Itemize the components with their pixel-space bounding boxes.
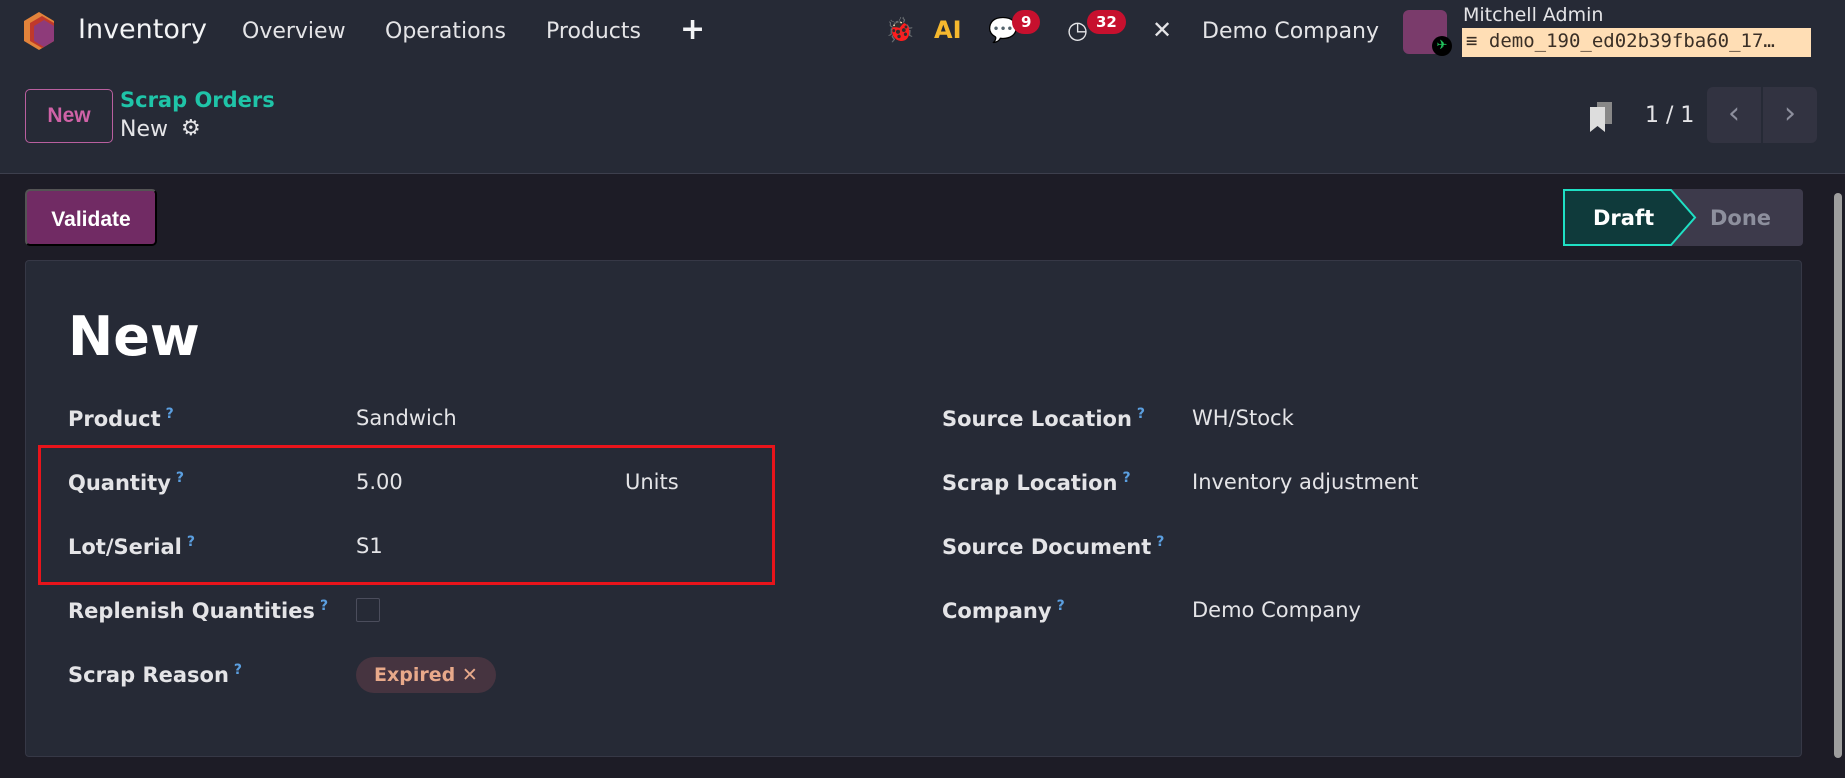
plane-icon: ✈ xyxy=(1432,36,1452,56)
menu-overview[interactable]: Overview xyxy=(242,19,346,44)
database-name: ≡ demo_190_ed02b39fba60_17… xyxy=(1462,28,1811,57)
plus-icon[interactable]: + xyxy=(680,12,705,47)
help-icon[interactable]: ? xyxy=(1137,406,1145,422)
menu-products[interactable]: Products xyxy=(546,19,641,44)
previous-button[interactable]: ‹ xyxy=(1707,87,1761,143)
replenish-checkbox[interactable] xyxy=(356,598,380,622)
pager-value[interactable]: 1 / 1 xyxy=(1645,103,1694,128)
scrap-location-field[interactable]: Inventory adjustment xyxy=(1192,470,1418,494)
help-icon[interactable]: ? xyxy=(166,406,174,422)
help-icon[interactable]: ? xyxy=(1123,470,1131,486)
source-location-label: Source Location? xyxy=(942,406,1146,431)
breadcrumb-current: New xyxy=(120,117,168,142)
chevron-right-icon: › xyxy=(1784,96,1796,131)
company-field[interactable]: Demo Company xyxy=(1192,598,1361,622)
tag-label: Expired xyxy=(374,664,456,686)
app-name[interactable]: Inventory xyxy=(78,14,207,45)
bug-icon[interactable]: 🐞 xyxy=(885,16,915,44)
scrap-location-label: Scrap Location? xyxy=(942,470,1131,495)
next-button[interactable]: › xyxy=(1763,87,1817,143)
replenish-label: Replenish Quantities? xyxy=(68,598,329,623)
help-icon[interactable]: ? xyxy=(1156,534,1164,550)
company-label: Company? xyxy=(942,598,1065,623)
status-draft[interactable]: Draft xyxy=(1593,206,1654,230)
source-location-field[interactable]: WH/Stock xyxy=(1192,406,1294,430)
help-icon[interactable]: ? xyxy=(320,598,328,614)
record-title[interactable]: New xyxy=(68,305,200,368)
control-panel xyxy=(0,65,1845,174)
bookmark-icon[interactable] xyxy=(1590,102,1614,132)
new-button[interactable]: New xyxy=(25,89,113,143)
user-name[interactable]: Mitchell Admin xyxy=(1463,4,1603,26)
help-icon[interactable]: ? xyxy=(234,662,242,678)
activities-badge: 32 xyxy=(1087,10,1126,34)
highlight-box xyxy=(38,445,775,585)
validate-button[interactable]: Validate xyxy=(25,189,157,246)
menu-operations[interactable]: Operations xyxy=(385,19,506,44)
ai-icon[interactable]: AI xyxy=(934,16,962,44)
database-icon: ≡ xyxy=(1466,30,1489,52)
company-switcher[interactable]: Demo Company xyxy=(1202,19,1379,44)
clock-icon[interactable]: ◷ xyxy=(1067,16,1088,44)
scrollbar-thumb[interactable] xyxy=(1834,193,1842,758)
close-icon[interactable]: ✕ xyxy=(462,664,478,686)
gear-icon[interactable]: ⚙ xyxy=(181,116,201,141)
product-field[interactable]: Sandwich xyxy=(356,406,457,430)
product-label: Product? xyxy=(68,406,174,431)
tools-icon[interactable]: ✕ xyxy=(1152,16,1172,44)
database-label: demo_190_ed02b39fba60_17… xyxy=(1488,30,1775,52)
scrap-reason-label: Scrap Reason? xyxy=(68,662,243,687)
messages-badge: 9 xyxy=(1012,10,1041,34)
status-done[interactable]: Done xyxy=(1710,206,1771,230)
inventory-app-icon[interactable] xyxy=(24,12,54,50)
top-navbar: Inventory Overview Operations Products +… xyxy=(0,0,1845,65)
source-document-label: Source Document? xyxy=(942,534,1165,559)
scrap-reason-tag[interactable]: Expired ✕ xyxy=(356,657,496,693)
help-icon[interactable]: ? xyxy=(1057,598,1065,614)
status-bar: Draft Done xyxy=(1563,189,1803,246)
chevron-left-icon: ‹ xyxy=(1728,96,1740,131)
breadcrumb-scrap-orders[interactable]: Scrap Orders xyxy=(120,88,275,112)
source-document-field[interactable] xyxy=(1192,534,1692,562)
